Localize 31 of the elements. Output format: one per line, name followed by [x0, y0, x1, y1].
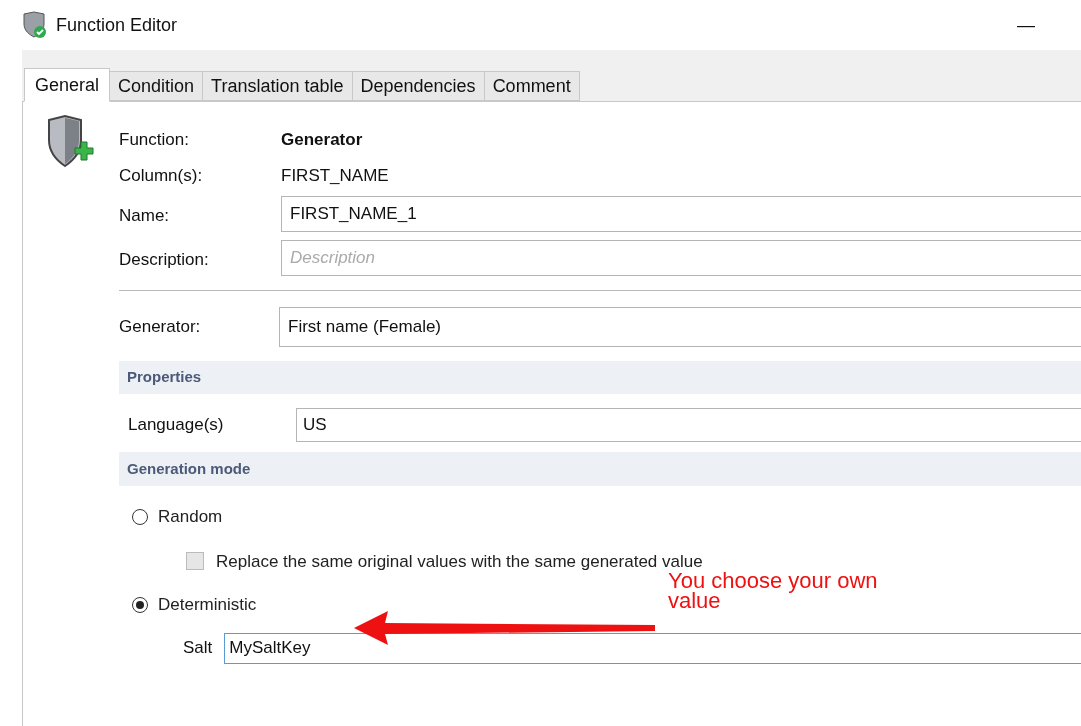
salt-field[interactable]: MySaltKey	[224, 632, 1081, 664]
section-header: Generation mode	[119, 452, 1081, 486]
radio-label: Random	[158, 506, 223, 528]
text-field[interactable]: FIRST_NAME_1	[281, 196, 1081, 232]
tab[interactable]: Condition	[110, 71, 204, 101]
language-field[interactable]: US	[296, 408, 1081, 442]
field-label: Language(s)	[128, 414, 225, 437]
field-value: Generator	[281, 129, 363, 152]
shield-plus-icon	[45, 114, 95, 170]
field-label: Name:	[119, 205, 171, 228]
tab[interactable]: General	[24, 68, 111, 102]
radio-button[interactable]	[132, 596, 148, 613]
annotation-text: You choose your own value	[668, 571, 879, 611]
field-value: FIRST_NAME	[281, 165, 389, 188]
field-label: Salt	[183, 637, 213, 660]
radio-button[interactable]	[132, 508, 148, 525]
field-label: Description:	[119, 249, 210, 272]
radio-label: Deterministic	[158, 594, 257, 616]
window-title: Function Editor	[56, 13, 178, 37]
shield-check-icon	[22, 11, 48, 39]
field-label: Column(s):	[119, 165, 204, 188]
tab[interactable]: Dependencies	[352, 71, 485, 101]
generator-field[interactable]: First name (Female)	[279, 307, 1081, 347]
minimize-button[interactable]: —	[1017, 11, 1035, 39]
text-field[interactable]: Description	[281, 240, 1081, 276]
checkbox-label: Replace the same original values with the same generated value	[216, 550, 703, 573]
tab[interactable]: Comment	[484, 71, 580, 101]
section-header: Properties	[119, 361, 1081, 394]
tab[interactable]: Translation table	[203, 71, 353, 101]
field-label: Generator:	[119, 316, 202, 339]
field-label: Function:	[119, 129, 190, 152]
